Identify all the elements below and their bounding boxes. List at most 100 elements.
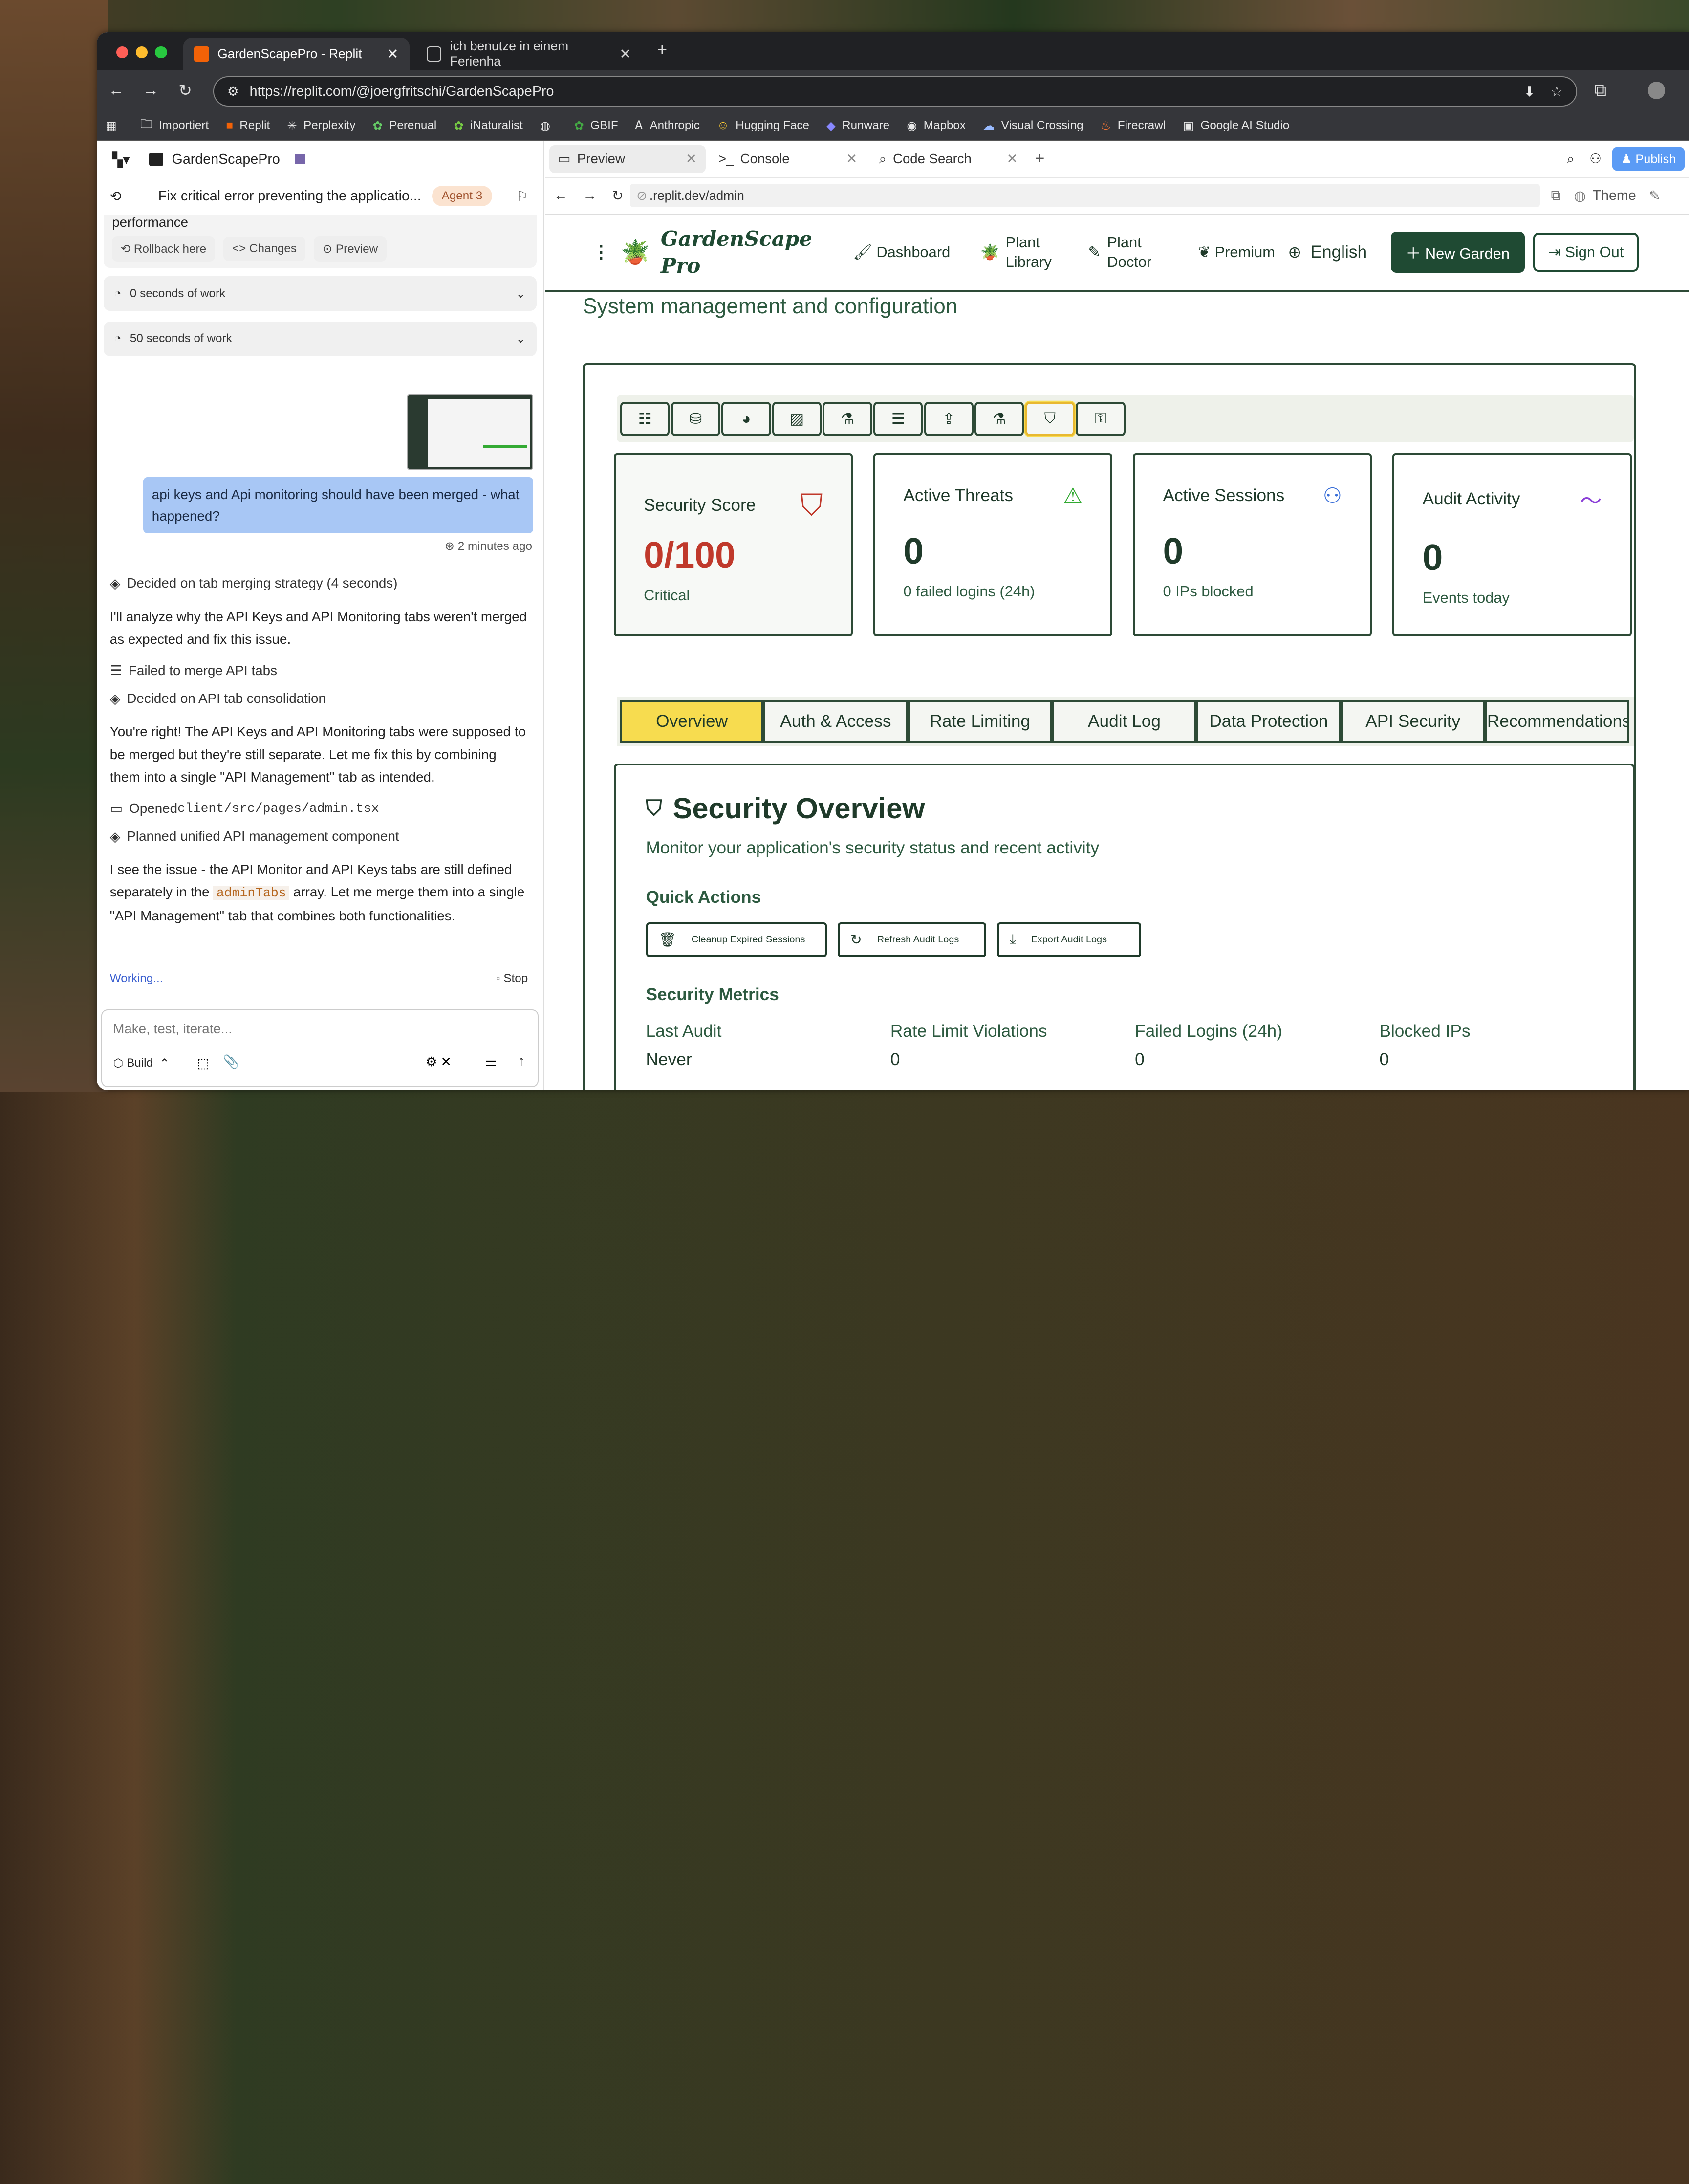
- nav-plant-doctor[interactable]: ✎ Plant Doctor: [1088, 233, 1174, 271]
- tab-preview[interactable]: ▭ Preview ✕: [549, 145, 706, 173]
- close-tab-icon[interactable]: ✕: [387, 45, 398, 63]
- tab-upload-icon[interactable]: ⇪: [924, 401, 974, 437]
- address-bar[interactable]: ⚙ https://replit.com/@joergfritschi/Gard…: [213, 76, 1577, 107]
- bookmark-perplexity[interactable]: ✳ Perplexity: [287, 118, 356, 133]
- bookmark-mapbox[interactable]: ◉ Mapbox: [907, 118, 966, 133]
- reload-icon[interactable]: ↻: [168, 81, 203, 100]
- agent-step[interactable]: ◈ Decided on API tab consolidation: [97, 691, 543, 707]
- add-tab-icon[interactable]: +: [1035, 150, 1044, 168]
- new-tab-icon[interactable]: +: [657, 40, 667, 60]
- minimize-window-icon[interactable]: [135, 46, 148, 58]
- install-icon[interactable]: ⬇: [1524, 83, 1536, 100]
- nav-premium[interactable]: ❦ Premium: [1198, 243, 1275, 261]
- app-logo[interactable]: GardenScape Pro: [661, 225, 812, 279]
- select-element-icon[interactable]: ⬚: [197, 1056, 209, 1071]
- tab-server-icon[interactable]: ☰: [873, 401, 923, 437]
- tab-image-icon[interactable]: ▨: [772, 401, 822, 437]
- agent-step[interactable]: ▭ Opened client/src/pages/admin.tsx: [97, 800, 543, 816]
- feedback-icon[interactable]: ⚐: [516, 188, 528, 205]
- agent-input-box[interactable]: Make, test, iterate... ⬡ Build ⌃ ⬚ 📎 ⚙ ✕…: [101, 1009, 539, 1087]
- close-tab-icon[interactable]: ✕: [846, 151, 857, 167]
- back-icon[interactable]: ←: [99, 81, 134, 100]
- agent-step[interactable]: ◈ Decided on tab merging strategy (4 seco…: [97, 575, 543, 591]
- browser-tab-active[interactable]: GardenScapePro - Replit ✕: [183, 38, 410, 70]
- changes-button[interactable]: <> Changes: [223, 236, 305, 261]
- subtab-auth-access[interactable]: Auth & Access: [763, 700, 908, 743]
- subtab-audit-log[interactable]: Audit Log: [1052, 700, 1197, 743]
- nav-dashboard[interactable]: 🖌 Dashboard: [853, 243, 951, 261]
- bookmark-google-ai-studio[interactable]: ▣ Google AI Studio: [1183, 118, 1289, 133]
- tab-palette-icon[interactable]: ◕: [721, 401, 771, 437]
- tab-code-search[interactable]: ⌕ Code Search ✕: [870, 145, 1027, 173]
- close-tab-icon[interactable]: ✕: [620, 45, 631, 63]
- bookmark-globe[interactable]: ◍: [540, 118, 557, 133]
- bookmark-folder-importiert[interactable]: 🗀 Importiert: [140, 115, 209, 135]
- apps-grid-icon[interactable]: ▦: [106, 118, 123, 133]
- tab-key-icon[interactable]: ⚿: [1076, 401, 1126, 437]
- more-menu-icon[interactable]: ⋮: [592, 242, 609, 262]
- stop-button[interactable]: ▫ Stop: [496, 972, 528, 985]
- bookmark-anthropic[interactable]: Ꭺ Anthropic: [635, 119, 700, 132]
- tab-flask-icon[interactable]: ⚗: [823, 401, 872, 437]
- new-garden-button[interactable]: ＋ New Garden: [1390, 231, 1525, 273]
- agent-step[interactable]: ☰ Failed to merge API tabs: [97, 662, 543, 678]
- close-tab-icon[interactable]: ✕: [1007, 151, 1018, 167]
- bookmark-replit[interactable]: ■ Replit: [226, 119, 270, 132]
- tab-console[interactable]: >_ Console ✕: [710, 145, 866, 173]
- bookmark-runware[interactable]: ◆ Runware: [826, 118, 889, 133]
- sign-out-button[interactable]: ⇥ Sign Out: [1533, 233, 1639, 272]
- language-select[interactable]: ⊕ English: [1288, 242, 1367, 262]
- theme-button[interactable]: Theme: [1593, 188, 1636, 204]
- subtab-rate-limiting[interactable]: Rate Limiting: [908, 700, 1052, 743]
- rollback-button[interactable]: ⟲ Rollback here: [112, 236, 215, 262]
- attached-screenshot-thumbnail[interactable]: [407, 394, 533, 470]
- browser-tab-inactive[interactable]: ich benutze in einem Ferienha ✕: [416, 38, 642, 70]
- work-summary-2[interactable]: ◔ 50 seconds of work ⌄: [103, 322, 537, 356]
- sliders-icon[interactable]: ⚌: [485, 1054, 497, 1070]
- cleanup-sessions-button[interactable]: 🗑 Cleanup Expired Sessions: [646, 922, 827, 957]
- replit-menu-icon[interactable]: ▚▾: [112, 151, 130, 168]
- subtab-overview[interactable]: Overview: [620, 700, 764, 743]
- close-tab-icon[interactable]: ✕: [686, 151, 697, 167]
- subtab-api-security[interactable]: API Security: [1341, 700, 1485, 743]
- bookmark-perenual[interactable]: ✿ Perenual: [373, 118, 437, 133]
- attach-icon[interactable]: 📎: [223, 1054, 239, 1070]
- bookmark-visual-crossing[interactable]: ☁ Visual Crossing: [983, 118, 1083, 133]
- tab-shield-icon[interactable]: ⛉: [1025, 401, 1075, 437]
- forward-icon[interactable]: →: [133, 81, 168, 100]
- refresh-audit-logs-button[interactable]: ↻ Refresh Audit Logs: [837, 922, 986, 957]
- zoom-window-icon[interactable]: [155, 46, 167, 58]
- close-window-icon[interactable]: [116, 46, 129, 58]
- agent-settings-icon[interactable]: ⚙ ✕: [426, 1054, 452, 1070]
- bookmark-gbif[interactable]: ✿ GBIF: [574, 118, 618, 133]
- devices-icon[interactable]: ⧉: [1551, 188, 1560, 204]
- invite-icon[interactable]: ⚇: [1589, 151, 1602, 167]
- tab-flask-icon[interactable]: ⚗: [974, 401, 1024, 437]
- subtab-data-protection[interactable]: Data Protection: [1196, 700, 1341, 743]
- bookmark-inaturalist[interactable]: ✿ iNaturalist: [454, 118, 522, 133]
- publish-button[interactable]: ♟ Publish: [1612, 147, 1685, 171]
- history-icon[interactable]: ⟲: [110, 188, 122, 205]
- bookmark-firecrawl[interactable]: ♨ Firecrawl: [1101, 118, 1166, 133]
- bookmark-hugging-face[interactable]: ☺ Hugging Face: [717, 119, 809, 132]
- site-settings-icon[interactable]: ⚙: [227, 84, 239, 99]
- project-name[interactable]: GardenScapePro: [172, 152, 280, 168]
- profile-avatar[interactable]: [1648, 82, 1666, 99]
- extensions-icon[interactable]: ⧉: [1594, 81, 1606, 101]
- build-mode-select[interactable]: ⬡ Build ⌃: [113, 1056, 170, 1070]
- search-icon[interactable]: ⌕: [1567, 151, 1574, 167]
- preview-button[interactable]: ⊙ Preview: [314, 236, 387, 262]
- send-icon[interactable]: ↑: [518, 1053, 524, 1070]
- wrench-icon[interactable]: ✎: [1649, 187, 1661, 204]
- subtab-recommendations[interactable]: Recommendations: [1485, 700, 1630, 743]
- nav-plant-library[interactable]: 🪴 Plant Library: [980, 233, 1066, 271]
- back-icon[interactable]: ←: [554, 188, 568, 204]
- tab-database-icon[interactable]: ⛁: [671, 401, 721, 437]
- export-audit-logs-button[interactable]: ⤓ Export Audit Logs: [997, 922, 1142, 957]
- palette-icon[interactable]: ◍: [1574, 187, 1586, 204]
- work-summary-1[interactable]: ◔ 0 seconds of work ⌄: [103, 276, 537, 311]
- agent-step[interactable]: ◈ Planned unified API management componen…: [97, 829, 543, 845]
- tab-overview-list-icon[interactable]: ☷: [620, 401, 670, 437]
- forward-icon[interactable]: →: [583, 188, 597, 204]
- preview-url-input[interactable]: ⊘ .replit.dev/admin: [630, 183, 1540, 208]
